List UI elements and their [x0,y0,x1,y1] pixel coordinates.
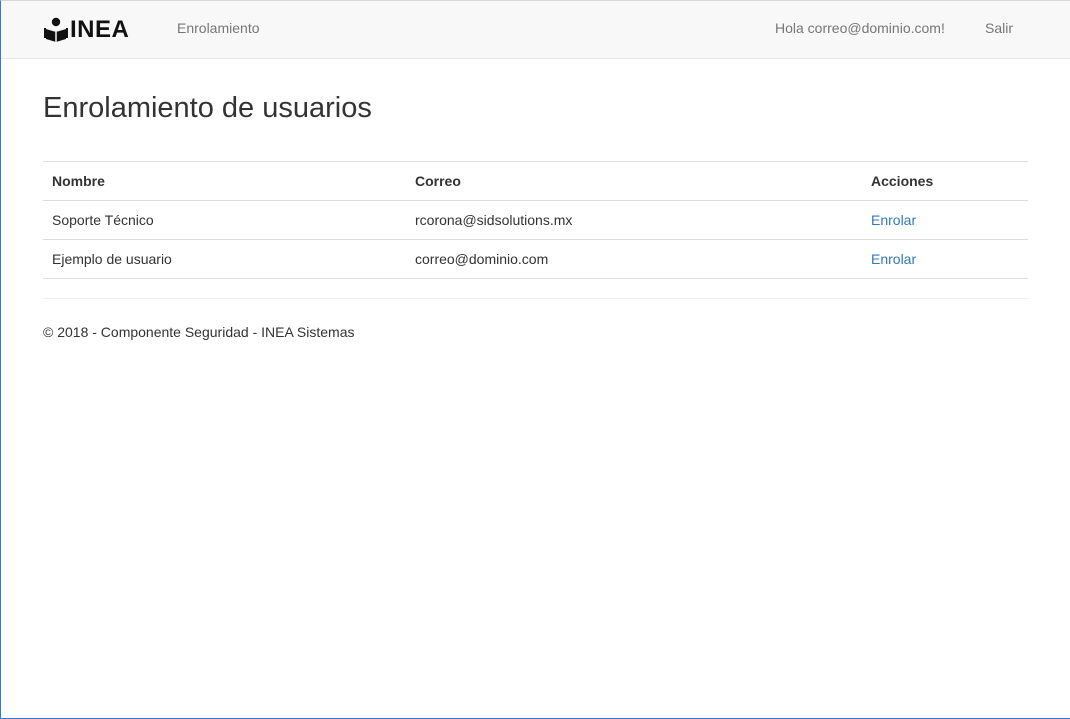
enrolar-link[interactable]: Enrolar [871,212,916,228]
table-header-row: Nombre Correo Acciones [43,161,1028,201]
user-greeting-link[interactable]: Hola correo@dominio.com! [775,20,945,36]
footer-copyright: © 2018 - Componente Seguridad - INEA Sis… [43,324,355,340]
cell-nombre: Soporte Técnico [52,212,154,228]
brand-logo[interactable]: INEA [44,15,129,45]
logout-link[interactable]: Salir [985,20,1013,36]
table-row: Ejemplo de usuario correo@dominio.com En… [43,240,1028,279]
cell-correo: rcorona@sidsolutions.mx [415,212,573,228]
top-navbar: INEA Enrolamiento Hola correo@dominio.co… [1,1,1070,59]
column-header-nombre: Nombre [52,173,105,189]
users-table: Nombre Correo Acciones Soporte Técnico r… [43,161,1028,279]
column-header-acciones: Acciones [871,173,934,189]
column-header-correo: Correo [415,173,461,189]
footer-divider [43,298,1028,299]
enrolar-link[interactable]: Enrolar [871,251,916,267]
users-table-container: Nombre Correo Acciones Soporte Técnico r… [43,161,1028,279]
cell-correo: correo@dominio.com [415,251,549,267]
cell-acciones: Enrolar [862,201,1028,240]
table-row: Soporte Técnico rcorona@sidsolutions.mx … [43,201,1028,240]
nav-link-enrolamiento[interactable]: Enrolamiento [177,20,260,36]
cell-acciones: Enrolar [862,240,1028,279]
brand-name: INEA [70,16,130,43]
reader-icon [44,17,68,42]
page-title: Enrolamiento de usuarios [43,92,372,124]
cell-nombre: Ejemplo de usuario [52,251,172,267]
